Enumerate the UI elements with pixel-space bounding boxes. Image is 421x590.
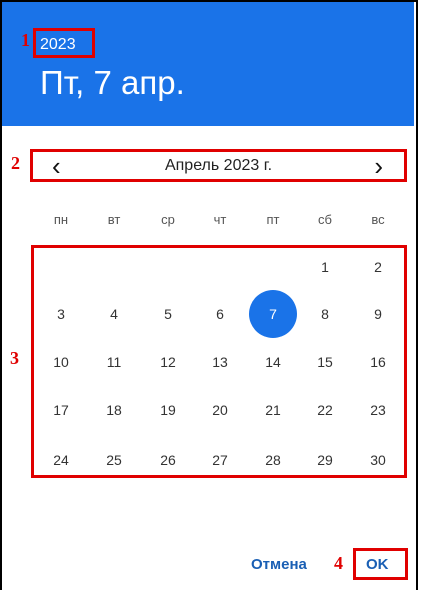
date-picker-header: 2023 Пт, 7 апр. [2,2,414,126]
annotation-number-1: 1 [21,30,30,50]
annotation-box-4 [353,548,408,580]
annotation-box-3 [31,245,407,478]
cancel-button[interactable]: Отмена [251,556,307,573]
weekday-sat: сб [318,212,332,227]
annotation-box-1 [33,28,95,58]
weekday-tue: вт [107,212,121,227]
weekday-thu: чт [213,212,227,227]
weekday-wed: ср [161,212,175,227]
selected-date-title: Пт, 7 апр. [40,64,185,101]
annotation-number-4: 4 [334,553,343,573]
annotation-number-3: 3 [10,348,19,368]
weekday-mon: пн [53,212,69,227]
annotation-box-2 [30,149,407,182]
weekday-fri: пт [266,212,280,227]
annotation-number-2: 2 [11,153,20,173]
weekday-header-row: пн вт ср чт пт сб вс [32,212,406,232]
weekday-sun: вс [371,212,385,227]
